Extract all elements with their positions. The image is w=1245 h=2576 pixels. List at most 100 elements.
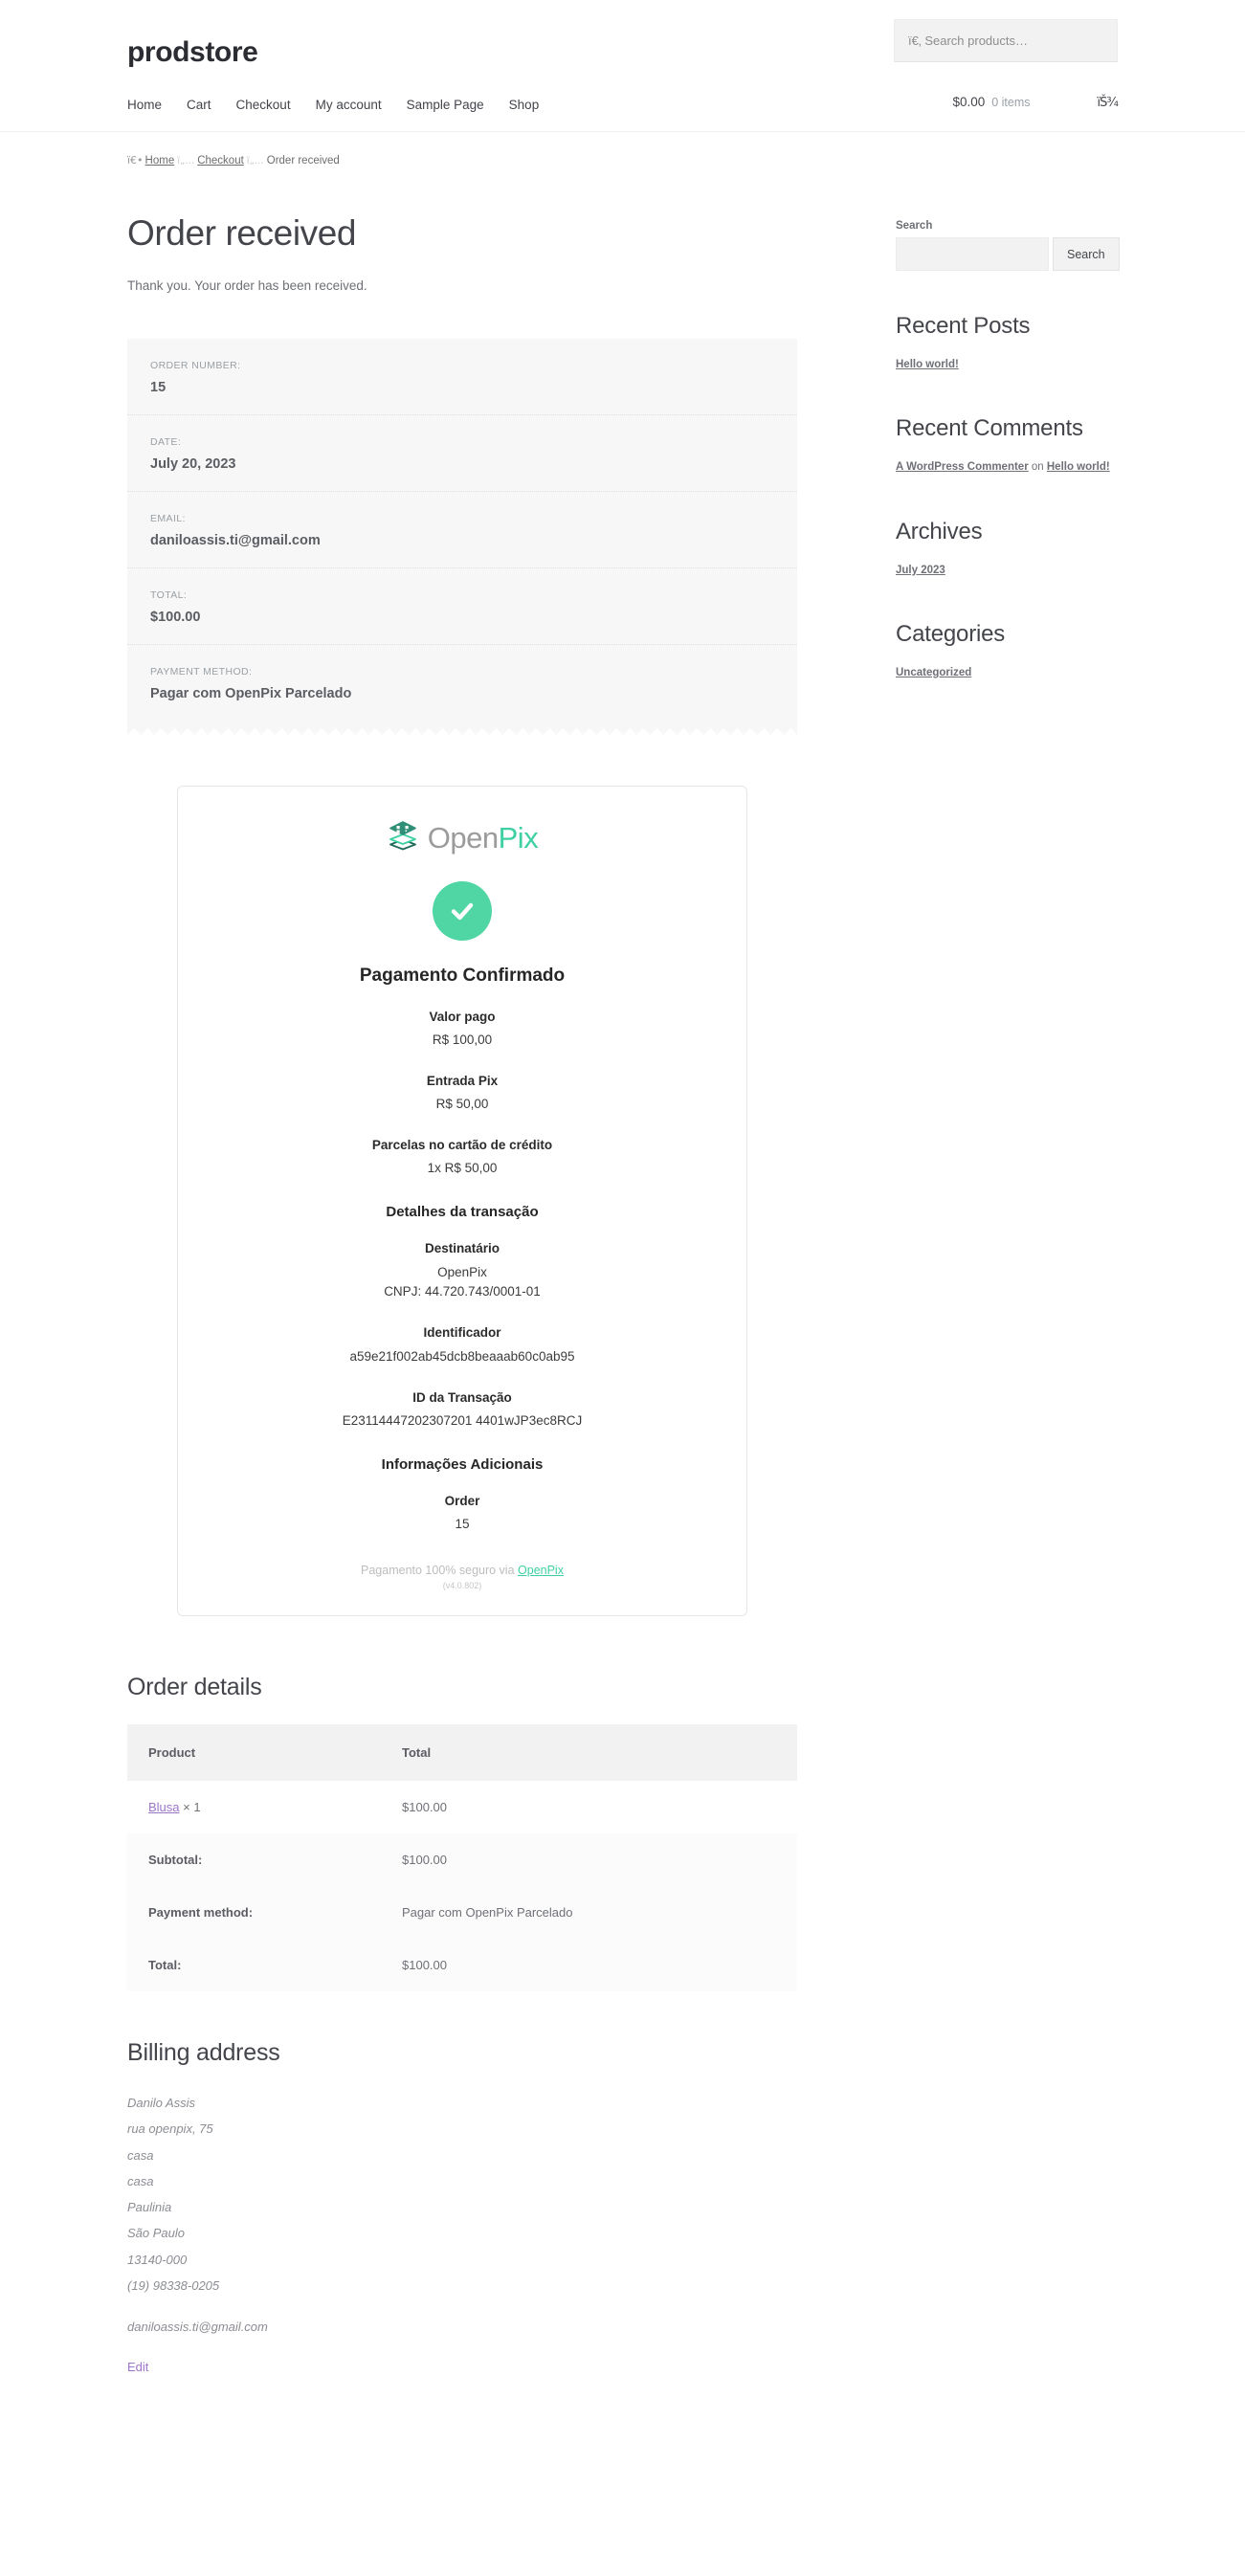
order-table-foot: Subtotal: $100.00 Payment method: Pagar … (127, 1832, 797, 1991)
page-title: Order received (127, 213, 357, 254)
nav-item-shop[interactable]: Shop (509, 97, 540, 114)
breadcrumb-separator-icon: ï„… (177, 156, 195, 167)
nav-link-sample-page[interactable]: Sample Page (407, 98, 484, 112)
openpix-receipt-card: OpenPix Pagamento Confirmado Valor pago … (177, 785, 747, 1616)
primary-navigation: Home Cart Checkout My account Sample Pag… (127, 68, 1119, 131)
billing-line-address2: casa (127, 2147, 154, 2163)
openpix-layers-icon (387, 819, 419, 856)
order-foot-total-row: Total: $100.00 (127, 1938, 797, 1991)
order-payment-label: PAYMENT METHOD: (150, 665, 253, 677)
edit-address-link[interactable]: Edit (127, 2360, 148, 2374)
order-overview-list: ORDER NUMBER: 15 DATE: July 20, 2023 EMA… (127, 338, 797, 728)
cart-summary[interactable]: $0.00 0 items ïŠ¾ (952, 95, 1119, 110)
order-overview-item-payment: PAYMENT METHOD: Pagar com OpenPix Parcel… (127, 645, 797, 728)
openpix-footer-link[interactable]: OpenPix (518, 1564, 564, 1577)
nav-item-home[interactable]: Home (127, 97, 162, 114)
transaction-id-value: E23114447202307201 4401wJP3ec8RCJ (342, 1412, 583, 1428)
sidebar-search-button[interactable]: Search (1053, 237, 1120, 272)
widget-recent-posts: Recent Posts Hello world! (896, 313, 1118, 373)
comment-on-text: on (1028, 461, 1047, 474)
additional-order-label: Order (444, 1493, 480, 1508)
billing-line-city: Paulinia (127, 2200, 172, 2215)
list-item[interactable]: Uncategorized (896, 665, 1118, 681)
nav-link-home[interactable]: Home (127, 98, 162, 112)
recent-posts-list: Hello world! (896, 357, 1118, 373)
main-content: Order received Thank you. Your order has… (127, 213, 797, 2376)
order-overview-item-total: TOTAL: $100.00 (127, 568, 797, 645)
site-brand[interactable]: prodstore (127, 36, 258, 68)
order-date-value: July 20, 2023 (150, 455, 236, 472)
openpix-version: (v4.0.802) (442, 1580, 482, 1590)
header-divider (0, 131, 1245, 132)
order-date-label: DATE: (150, 435, 182, 448)
order-table-body: Blusa × 1 $100.00 (127, 1780, 797, 1833)
openpix-wordmark: OpenPix (428, 820, 539, 855)
list-item[interactable]: July 2023 (896, 563, 1118, 579)
openpix-wordmark-pix: Pix (498, 820, 539, 855)
entrada-pix-value: R$ 50,00 (435, 1097, 489, 1112)
product-search-input[interactable] (895, 20, 1117, 61)
sidebar-search-label: Search (896, 220, 933, 233)
valor-pago-label: Valor pago (429, 1009, 496, 1024)
product-link-blusa[interactable]: Blusa (148, 1800, 180, 1814)
destinatario-value: OpenPix (437, 1264, 487, 1279)
billing-line-name: Danilo Assis (127, 2095, 196, 2110)
parcelas-value: 1x R$ 50,00 (427, 1161, 498, 1176)
breadcrumb-link-checkout[interactable]: Checkout (197, 155, 244, 167)
category-link-uncategorized[interactable]: Uncategorized (896, 667, 971, 678)
archive-link-july-2023[interactable]: July 2023 (896, 565, 945, 576)
identificador-label: Identificador (423, 1325, 501, 1341)
list-item: A WordPress Commenter on Hello world! (896, 459, 1118, 476)
secure-payment-prefix: Pagamento 100% seguro via (361, 1563, 519, 1577)
transaction-details-title: Detalhes da transação (386, 1204, 539, 1221)
order-table-header-row: Product Total (127, 1723, 797, 1781)
nav-item-cart[interactable]: Cart (187, 97, 211, 114)
order-foot-subtotal-row: Subtotal: $100.00 (127, 1832, 797, 1886)
home-icon: ï€• (127, 154, 144, 167)
additional-info-title: Informações Adicionais (381, 1455, 544, 1473)
nav-item-checkout[interactable]: Checkout (236, 97, 291, 114)
breadcrumb-link-home[interactable]: Home (145, 155, 175, 167)
order-row-total-cell: $100.00 (381, 1780, 797, 1833)
breadcrumb-current: Order received (266, 155, 340, 167)
archives-list: July 2023 (896, 563, 1118, 579)
header-inner: prodstore (127, 19, 1118, 68)
recent-comments-title: Recent Comments (896, 415, 1083, 442)
openpix-group-identificador: Identificador a59e21f002ab45dcb8beaaab60… (207, 1323, 718, 1366)
categories-list: Uncategorized (896, 665, 1118, 681)
recent-post-link-hello-world[interactable]: Hello world! (896, 359, 959, 370)
payment-method-value: Pagar com OpenPix Parcelado (381, 1885, 797, 1939)
subtotal-value: $100.00 (381, 1832, 797, 1886)
billing-line-address3: casa (127, 2173, 154, 2188)
openpix-footer: Pagamento 100% seguro via OpenPix (v4.0.… (207, 1564, 718, 1590)
table-row: Blusa × 1 $100.00 (127, 1780, 797, 1833)
additional-order-value: 15 (455, 1516, 470, 1531)
sidebar-search-input[interactable] (896, 237, 1049, 272)
list-item[interactable]: Hello world! (896, 357, 1118, 373)
openpix-group-entrada-pix: Entrada Pix R$ 50,00 (207, 1072, 718, 1115)
nav-item-my-account[interactable]: My account (316, 97, 382, 114)
order-email-label: EMAIL: (150, 512, 186, 524)
order-number-value: 15 (150, 379, 167, 395)
order-details-table: Product Total Blusa × 1 $100.00 Subtotal… (127, 1723, 797, 1991)
breadcrumb-wrap: ï€• Home ï„… Checkout ï„… Order received (127, 132, 1118, 174)
nav-link-shop[interactable]: Shop (509, 98, 540, 112)
openpix-group-valor-pago: Valor pago R$ 100,00 (207, 1008, 718, 1051)
nav-link-my-account[interactable]: My account (316, 98, 382, 112)
product-quantity: × 1 (183, 1799, 201, 1814)
transaction-id-label: ID da Transação (412, 1389, 512, 1405)
billing-email: daniloassis.ti@gmail.com (127, 2320, 268, 2335)
breadcrumb-separator-icon-2: ï„… (246, 156, 264, 167)
nav-link-checkout[interactable]: Checkout (236, 98, 291, 112)
billing-line-phone: (19) 98338-0205 (127, 2277, 220, 2293)
comment-post-link[interactable]: Hello world! (1047, 461, 1110, 473)
payment-success-check-icon (433, 880, 492, 941)
comment-author-link[interactable]: A WordPress Commenter (896, 461, 1029, 473)
nav-item-sample-page[interactable]: Sample Page (407, 97, 484, 114)
cart-icon[interactable]: ïŠ¾ (1098, 96, 1119, 110)
product-search-box[interactable] (894, 19, 1118, 62)
nav-link-cart[interactable]: Cart (187, 98, 211, 112)
nav-list: Home Cart Checkout My account Sample Pag… (127, 97, 564, 114)
order-total-row-value: $100.00 (381, 1938, 797, 1991)
order-total-value: $100.00 (150, 609, 201, 625)
